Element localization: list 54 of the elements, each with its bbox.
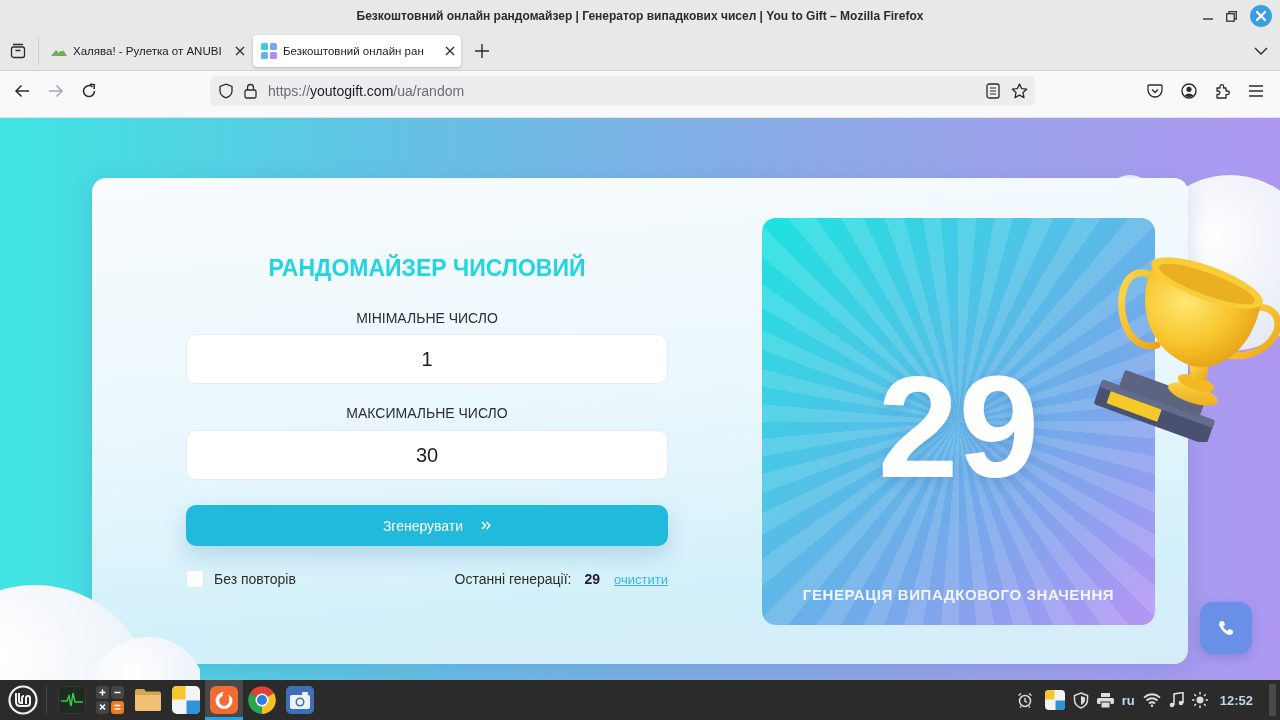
quad-tile-icon[interactable]: [1044, 690, 1065, 710]
back-icon[interactable]: [14, 84, 30, 98]
checkbox-label: Без повторів: [214, 571, 296, 587]
camera-icon: [286, 686, 314, 714]
alarm-clock-icon[interactable]: [1016, 692, 1033, 708]
url-text[interactable]: https://youtogift.com/ua/random: [268, 83, 465, 99]
reader-view-icon[interactable]: [986, 83, 1000, 99]
call-button[interactable]: [1200, 602, 1252, 654]
history-label: Останні генерації:: [454, 571, 572, 587]
address-bar[interactable]: https://youtogift.com/ua/random: [210, 76, 1035, 106]
four-tiles-icon: [261, 43, 277, 59]
history-value: 29: [584, 571, 601, 587]
double-chevron-icon: [481, 521, 492, 530]
brightness-icon[interactable]: [1191, 692, 1208, 708]
reload-icon[interactable]: [81, 83, 97, 99]
bookmark-star-icon[interactable]: [1011, 83, 1028, 99]
browser-tab[interactable]: Безкоштовний онлайн ран: [253, 35, 461, 67]
music-note-icon[interactable]: [1168, 692, 1184, 708]
folder-icon: [134, 688, 162, 712]
plus-icon[interactable]: [475, 44, 489, 58]
phone-icon: [1218, 620, 1234, 636]
pulse-monitor-icon: [58, 686, 86, 714]
no-repeats-checkbox[interactable]: [186, 570, 204, 588]
account-icon[interactable]: [1181, 83, 1197, 99]
taskbar-button[interactable]: [205, 680, 243, 720]
keyboard-layout[interactable]: ru: [1121, 692, 1135, 708]
printer-icon[interactable]: [1096, 692, 1114, 708]
segmented-ball-icon: [247, 685, 277, 715]
close-icon[interactable]: [235, 46, 245, 56]
form-title: РАНДОМАЙЗЕР ЧИСЛОВИЙ: [267, 253, 587, 283]
result-number: 29: [877, 354, 1040, 500]
result-caption: ГЕНЕРАЦІЯ ВИПАДКОВОГО ЗНАЧЕННЯ: [802, 586, 1115, 603]
field-label: МІНІМАЛЬНЕ ЧИСЛО: [355, 309, 499, 327]
chevron-down-icon[interactable]: [1254, 47, 1268, 55]
swirl-browser-icon: [210, 686, 238, 714]
chevron-pocket-icon[interactable]: [1147, 83, 1163, 99]
calculator-icon: [96, 686, 124, 714]
menu-icon[interactable]: [1249, 85, 1263, 97]
wifi-icon[interactable]: [1142, 693, 1161, 707]
quad-tile-icon: [172, 686, 200, 714]
hills-icon: [51, 46, 67, 56]
number-input[interactable]: 30: [186, 430, 668, 480]
window-title: Безкоштовний онлайн рандомайзер | Генератор випадкових чисел | You to Gift – Mozilla Firefox: [356, 9, 924, 23]
clock-text[interactable]: 12:52: [1219, 692, 1253, 708]
browser-tab[interactable]: Халява! - Рулетка от ANUBI: [43, 35, 251, 67]
restore-icon[interactable]: [1226, 10, 1237, 22]
field-label: МАКСИМАЛЬНЕ ЧИСЛО: [345, 404, 509, 422]
close-icon[interactable]: [445, 46, 455, 56]
puzzle-icon[interactable]: [1215, 83, 1231, 99]
lock-icon[interactable]: [244, 83, 257, 99]
shield-icon[interactable]: [218, 83, 234, 99]
tab-list-icon[interactable]: [10, 43, 26, 59]
number-input[interactable]: 1: [186, 334, 668, 384]
menu-logo-icon: [8, 685, 38, 715]
